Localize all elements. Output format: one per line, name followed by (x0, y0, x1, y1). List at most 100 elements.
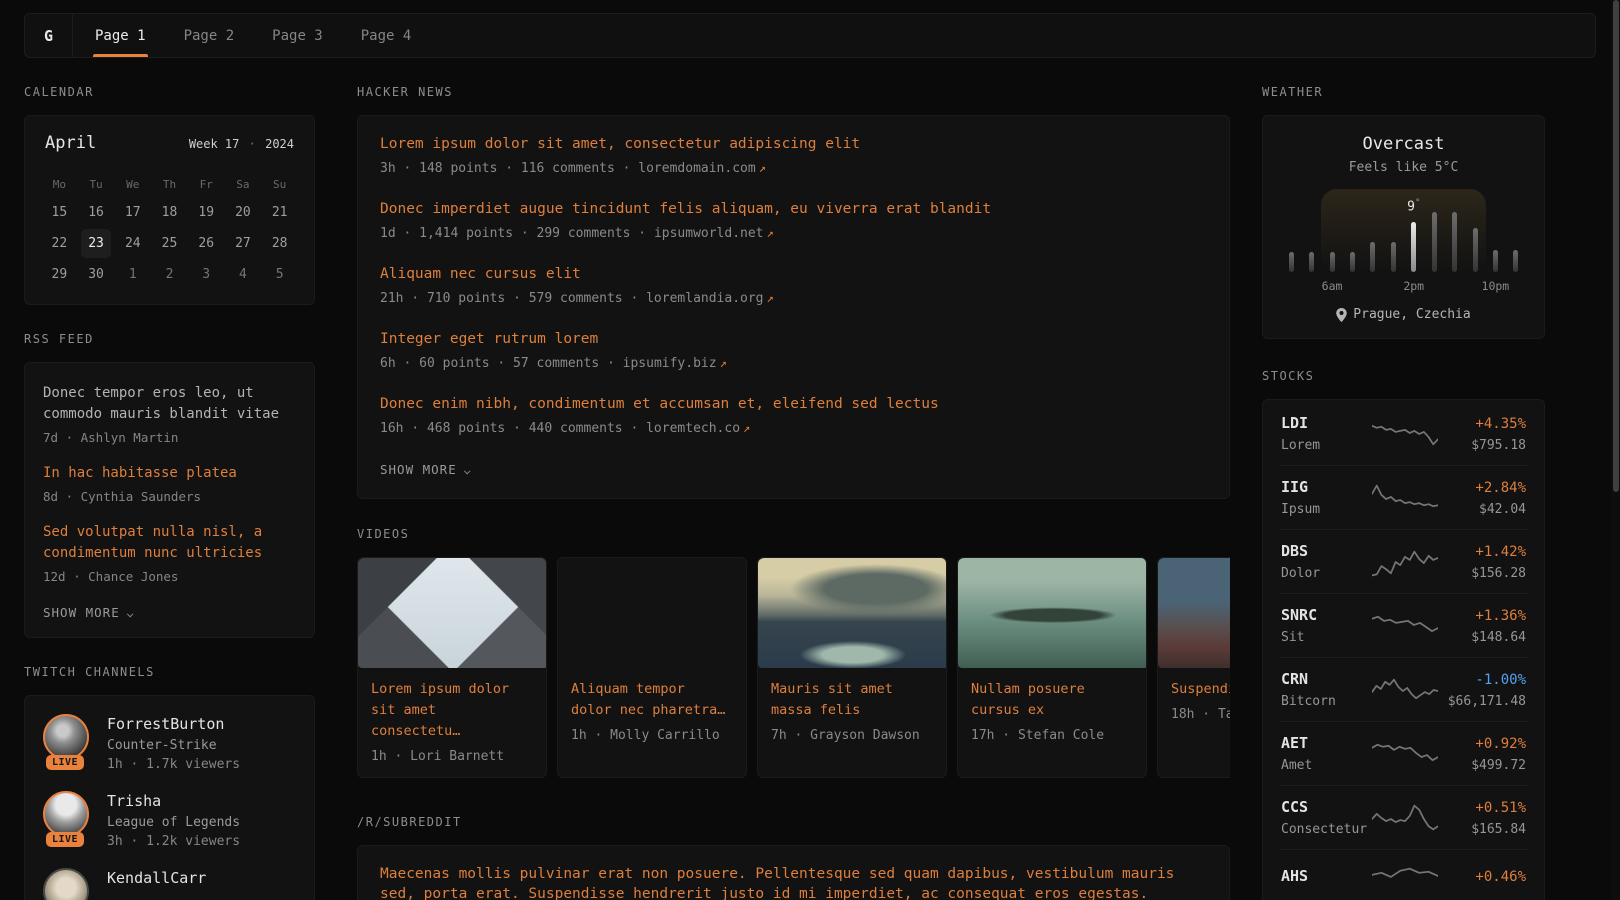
twitch-channel-row[interactable]: LIVE Trisha League of Legends 3h · 1.2k … (43, 791, 296, 849)
calendar-day-cell: 22 (41, 228, 78, 259)
page-tab-label: Page 2 (184, 28, 235, 44)
news-item-title-link[interactable]: Lorem ipsum dolor sit amet, consectetur … (380, 134, 1207, 154)
stock-ticker: LDI (1281, 414, 1369, 433)
news-item-stats: 3h · 148 points · 116 comments · (380, 161, 638, 176)
weather-bar (1309, 252, 1314, 272)
video-card[interactable]: Aliquam tempor dolor nec pharetra… 1h · … (557, 557, 747, 778)
news-item: Aliquam nec cursus elit 21h · 710 points… (380, 264, 1207, 306)
rss-item-meta: 8d · Cynthia Saunders (43, 489, 296, 504)
calendar-day-cell: 30 (78, 259, 115, 290)
video-card[interactable]: Lorem ipsum dolor sit amet consectetu… 1… (357, 557, 547, 778)
calendar-day-cell: 3 (188, 259, 225, 290)
rss-show-more-label: SHOW MORE (43, 605, 120, 620)
calendar-weekday-label: Fr (188, 171, 225, 197)
middle-column: HACKER NEWS Lorem ipsum dolor sit amet, … (357, 85, 1230, 900)
page-tab-label: Page 1 (95, 28, 146, 44)
stock-change: +1.42% (1440, 543, 1526, 561)
channel-game: League of Legends (107, 815, 240, 830)
stock-row[interactable]: LDI Lorem +4.35% $795.18 (1279, 402, 1528, 466)
external-link-icon: ↗ (764, 291, 774, 305)
news-item: Maecenas mollis pulvinar erat non posuer… (380, 864, 1207, 900)
stock-price: $42.04 (1440, 502, 1526, 517)
weather-location: Prague, Czechia (1281, 307, 1526, 322)
subreddit-section-title: /R/SUBREDDIT (357, 815, 1230, 829)
news-item-domain-link[interactable]: loremlandia.org (646, 291, 763, 306)
channel-name: ForrestBurton (107, 714, 240, 734)
hackernews-widget: Lorem ipsum dolor sit amet, consectetur … (357, 115, 1230, 499)
calendar-year: 2024 (265, 137, 294, 151)
stock-row[interactable]: SNRC Sit +1.36% $148.64 (1279, 594, 1528, 658)
news-item-stats: 6h · 60 points · 57 comments · (380, 356, 623, 371)
page-tab-page-4[interactable]: Page 4 (361, 14, 412, 57)
stock-ticker: IIG (1281, 478, 1369, 497)
stock-sparkline (1369, 609, 1440, 643)
calendar-day-cell: 20 (225, 197, 262, 228)
video-title-link[interactable]: Nullam posuere cursus ex (971, 679, 1133, 721)
weather-bar-slot (1424, 212, 1444, 272)
rss-show-more-button[interactable]: SHOW MORE ⌄ (43, 605, 134, 620)
twitch-channel-row[interactable]: LIVE ForrestBurton Counter-Strike 1h · 1… (43, 714, 296, 772)
twitch-channel-row[interactable]: KendallCarr (43, 868, 296, 900)
video-card[interactable]: Nullam posuere cursus ex 17h · Stefan Co… (957, 557, 1147, 778)
videos-section-title: VIDEOS (357, 527, 1230, 541)
video-title-link[interactable]: Lorem ipsum dolor sit amet consectetu… (371, 679, 533, 742)
video-title-link[interactable]: Aliquam tempor dolor nec pharetra… (571, 679, 733, 721)
news-item-meta: 3h · 148 points · 116 comments · loremdo… (380, 161, 1207, 176)
calendar-day-cell: 24 (114, 228, 151, 259)
news-item-title-link[interactable]: Integer eget rutrum lorem (380, 329, 1207, 349)
rss-item-title-link[interactable]: Sed volutpat nulla nisl, a condimentum n… (43, 522, 296, 564)
weather-bar (1432, 212, 1437, 272)
stock-name: Consectetur (1281, 822, 1369, 837)
news-item-stats: 16h · 468 points · 440 comments · (380, 421, 646, 436)
news-item-title-link[interactable]: Aliquam nec cursus elit (380, 264, 1207, 284)
news-item-domain-link[interactable]: loremtech.co (646, 421, 740, 436)
live-badge: LIVE (46, 755, 84, 770)
video-card[interactable]: Mauris sit amet massa felis 7h · Grayson… (757, 557, 947, 778)
rss-item-title-link[interactable]: In hac habitasse platea (43, 463, 296, 484)
stock-row[interactable]: AET Amet +0.92% $499.72 (1279, 722, 1528, 786)
external-link-icon: ↗ (756, 161, 766, 175)
news-item-domain-link[interactable]: loremdomain.com (638, 161, 755, 176)
video-meta: 1h · Molly Carrillo (571, 728, 733, 743)
video-title-link[interactable]: Mauris sit amet massa felis (771, 679, 933, 721)
stock-row[interactable]: IIG Ipsum +2.84% $42.04 (1279, 466, 1528, 530)
page-tab-page-1[interactable]: Page 1 (95, 14, 146, 57)
stock-ticker: AHS (1281, 867, 1369, 886)
calendar-weekday-label: Th (151, 171, 188, 197)
rss-item-title-link[interactable]: Donec tempor eros leo, ut commodo mauris… (43, 383, 296, 425)
stock-sparkline (1369, 862, 1440, 896)
news-item-meta: 16h · 468 points · 440 comments · loremt… (380, 421, 1207, 436)
calendar-section-title: CALENDAR (24, 85, 315, 99)
stock-name: Amet (1281, 758, 1369, 773)
stock-row[interactable]: CCS Consectetur +0.51% $165.84 (1279, 786, 1528, 850)
rss-feed-widget: Donec tempor eros leo, ut commodo mauris… (24, 362, 315, 638)
stock-row[interactable]: DBS Dolor +1.42% $156.28 (1279, 530, 1528, 594)
video-title-link[interactable]: Suspendisse diam (1171, 679, 1230, 700)
subreddit-post-list: Maecenas mollis pulvinar erat non posuer… (380, 864, 1207, 900)
stock-change: +1.36% (1440, 607, 1526, 625)
stock-row[interactable]: AHS +0.46% (1279, 850, 1528, 900)
calendar-day-cell: 26 (188, 228, 225, 259)
stock-row[interactable]: CRN Bitcorn -1.00% $66,171.48 (1279, 658, 1528, 722)
calendar-day-cell: 17 (114, 197, 151, 228)
news-item-title-link[interactable]: Donec imperdiet augue tincidunt felis al… (380, 199, 1207, 219)
rss-section-title: RSS FEED (24, 332, 315, 346)
video-meta: 18h · Tara (1171, 707, 1230, 722)
news-item-title-link[interactable]: Maecenas mollis pulvinar erat non posuer… (380, 864, 1207, 900)
page-tab-page-2[interactable]: Page 2 (184, 14, 235, 57)
news-item-stats: 21h · 710 points · 579 comments · (380, 291, 646, 306)
calendar-day-cell: 19 (188, 197, 225, 228)
video-card[interactable]: Suspendisse diam 18h · Tara (1157, 557, 1230, 778)
videos-row: Lorem ipsum dolor sit amet consectetu… 1… (357, 557, 1230, 778)
news-item-title-link[interactable]: Donec enim nibh, condimentum et accumsan… (380, 394, 1207, 414)
weather-bar-current (1411, 222, 1416, 272)
stock-price: $165.84 (1440, 822, 1526, 837)
page-tab-page-3[interactable]: Page 3 (272, 14, 323, 57)
news-item-domain-link[interactable]: ipsumworld.net (654, 226, 764, 241)
weather-bar-slot (1281, 252, 1301, 272)
news-item-domain-link[interactable]: ipsumify.biz (623, 356, 717, 371)
app-logo[interactable]: G (25, 14, 73, 57)
hackernews-show-more-button[interactable]: SHOW MORE ⌄ (380, 462, 471, 477)
scrollbar-thumb[interactable] (1613, 0, 1619, 492)
rss-feed-item: Donec tempor eros leo, ut commodo mauris… (43, 383, 296, 445)
